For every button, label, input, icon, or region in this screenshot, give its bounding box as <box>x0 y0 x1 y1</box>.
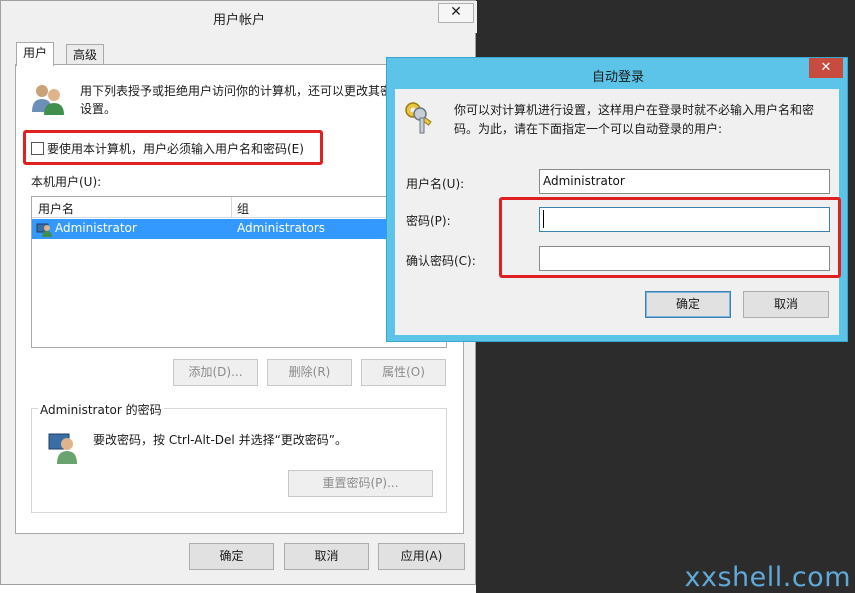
auto-logon-close-button[interactable]: ✕ <box>809 58 843 78</box>
intro-line-2: 设置。 <box>80 102 117 116</box>
keys-icon <box>405 102 432 134</box>
properties-button[interactable]: 属性(O) <box>361 359 446 386</box>
cancel-button[interactable]: 取消 <box>284 543 369 570</box>
table-row[interactable]: Administrator Administrators <box>32 219 446 239</box>
password-label: 密码(P): <box>406 214 451 228</box>
title-bar: 用户帐户 ✕ <box>1 1 477 33</box>
user-row-icon <box>36 223 52 237</box>
auto-logon-desc-line-2: 码。为此，请在下面指定一个可以自动登录的用户: <box>454 122 723 136</box>
column-header-group[interactable]: 组 <box>237 200 249 217</box>
window-title: 用户帐户 <box>212 13 265 28</box>
tab-advanced[interactable]: 高级 <box>66 44 105 66</box>
auto-logon-description: 你可以对计算机进行设置，这样用户在登录时就不必输入用户名和密 码。为此，请在下面… <box>454 101 814 139</box>
password-group-title: Administrator 的密码 <box>38 401 164 418</box>
users-icon <box>32 85 64 115</box>
column-header-username[interactable]: 用户名 <box>38 200 74 217</box>
remove-user-button[interactable]: 删除(R) <box>267 359 352 386</box>
user-icon <box>48 433 77 464</box>
highlight-box-checkbox <box>23 130 323 165</box>
tab-users[interactable]: 用户 <box>16 42 55 66</box>
reset-password-button[interactable]: 重置密码(P)... <box>288 470 433 497</box>
username-label: 用户名(U): <box>406 177 465 191</box>
intro-text: 用下列表授予或拒绝用户访问你的计算机，还可以更改其密 设置。 <box>80 82 393 118</box>
auto-logon-ok-button[interactable]: 确定 <box>645 291 731 318</box>
intro-line-1: 用下列表授予或拒绝用户访问你的计算机，还可以更改其密 <box>80 84 393 98</box>
confirm-password-label: 确认密码(C): <box>406 254 476 268</box>
auto-logon-title: 自动登录 <box>591 70 644 85</box>
highlight-box-password <box>499 197 841 278</box>
password-groupbox <box>31 408 447 513</box>
listview-header: 用户名 组 <box>32 197 446 218</box>
row-username: Administrator <box>55 221 137 235</box>
users-listview[interactable]: 用户名 组 Administrator Administrators <box>31 196 447 348</box>
watermark: xxshell.com <box>684 562 851 593</box>
auto-logon-cancel-button[interactable]: 取消 <box>743 291 829 318</box>
row-group: Administrators <box>237 221 326 235</box>
ok-button[interactable]: 确定 <box>189 543 274 570</box>
change-password-hint: 要改密码，按 Ctrl-Alt-Del 并选择“更改密码”。 <box>93 433 348 447</box>
auto-logon-desc-line-1: 你可以对计算机进行设置，这样用户在登录时就不必输入用户名和密 <box>454 103 815 117</box>
add-user-button[interactable]: 添加(D)... <box>173 359 258 386</box>
local-users-label: 本机用户(U): <box>31 175 102 189</box>
username-field[interactable]: Administrator <box>539 169 830 194</box>
column-separator[interactable] <box>231 197 232 218</box>
apply-button[interactable]: 应用(A) <box>378 543 465 570</box>
close-button[interactable]: ✕ <box>438 3 474 23</box>
